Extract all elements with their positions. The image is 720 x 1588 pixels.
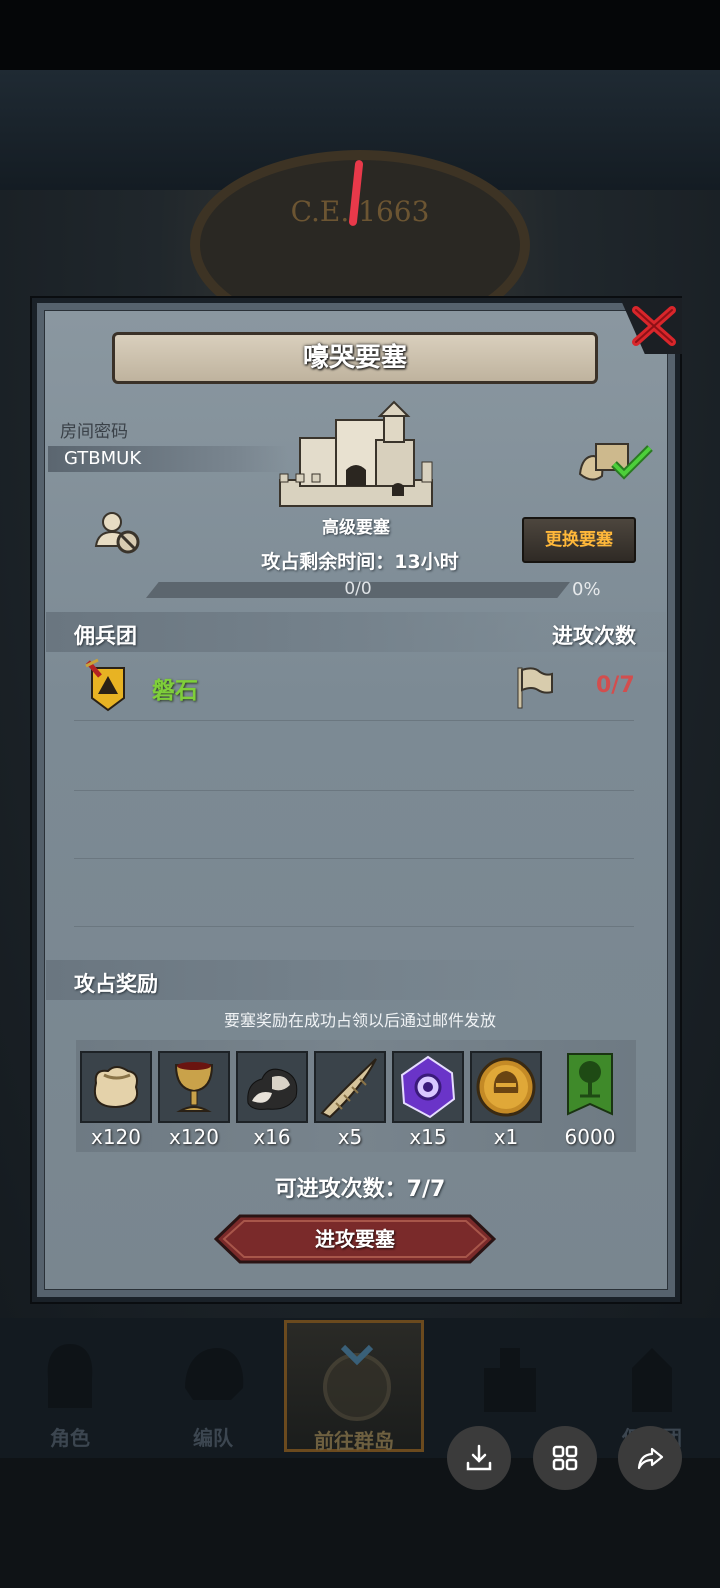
supplies-ready-icon [578, 443, 653, 481]
room-password-value[interactable]: GTBMUK [64, 448, 141, 469]
close-button[interactable] [628, 302, 680, 350]
reward-qty: x120 [90, 1125, 141, 1149]
mercenary-attack-count: 0/7 [596, 673, 635, 698]
available-attacks: 可进攻次数：7/7 [274, 1177, 446, 1202]
progress-percent: 0% [572, 579, 601, 600]
reward-item[interactable] [158, 1051, 230, 1123]
fortress-icon [279, 400, 433, 507]
rewards-header: 攻占奖励 [74, 972, 158, 996]
share-button[interactable] [618, 1426, 682, 1490]
mercenary-icon [632, 1348, 672, 1412]
tree-banner-icon[interactable] [566, 1052, 614, 1122]
goblet-icon [174, 1062, 214, 1112]
helmet-coin-icon [476, 1057, 536, 1117]
row-divider [74, 926, 634, 927]
progress-fraction: 0/0 [344, 579, 372, 599]
mercenary-emblem-icon [85, 658, 125, 712]
era-text: C.E. 1663 [290, 195, 430, 228]
room-password-label: 房间密码 [60, 422, 128, 442]
status-area [0, 0, 720, 70]
rewards-note: 要塞奖励在成功占领以后通过邮件发放 [223, 1011, 496, 1030]
nav-item-islands[interactable]: 前往群岛 [284, 1320, 424, 1453]
reward-qty: x120 [168, 1125, 219, 1149]
reward-item[interactable] [314, 1051, 386, 1123]
nav-label: 编队 [193, 1426, 233, 1450]
dialog-title: 嚎哭要塞 [302, 343, 407, 373]
reward-qty: x16 [253, 1125, 291, 1149]
download-icon [466, 1444, 492, 1471]
sack-icon [94, 1066, 138, 1109]
reward-item[interactable] [392, 1051, 464, 1123]
occupation-time: 攻占剩余时间：13小时 [261, 551, 459, 573]
grid-icon [552, 1445, 578, 1471]
fortress-level: 高级要塞 [322, 518, 390, 538]
row-divider [74, 720, 634, 721]
grid-button[interactable] [533, 1426, 597, 1490]
compass-icon [323, 1344, 391, 1421]
nav-item-character[interactable]: 角色 [0, 1320, 140, 1452]
mercenary-name[interactable]: 磐石 [152, 671, 198, 705]
crystal-icon [400, 1055, 456, 1119]
reward-item[interactable] [470, 1051, 542, 1123]
user-blocked-icon [94, 512, 140, 554]
row-divider [74, 790, 634, 791]
flag-icon [517, 667, 553, 709]
download-button[interactable] [447, 1426, 511, 1490]
reward-qty: 6000 [564, 1125, 616, 1149]
nav-label: 角色 [50, 1426, 90, 1450]
castle-icon [484, 1348, 536, 1412]
ore-icon [247, 1068, 298, 1110]
knight-icon [47, 1344, 93, 1408]
attack-count-header: 进攻次数 [552, 624, 636, 648]
nav-label: 前往群岛 [314, 1429, 394, 1453]
share-icon [637, 1447, 664, 1470]
nav-item-formation[interactable]: 编队 [143, 1320, 283, 1452]
title-banner: 嚎哭要塞 [112, 332, 598, 384]
reward-qty: x5 [337, 1125, 363, 1149]
change-fortress-button[interactable]: 更换要塞 [522, 517, 636, 563]
reward-item[interactable] [236, 1051, 308, 1123]
mercenary-header: 佣兵团 [74, 624, 137, 648]
row-divider [74, 858, 634, 859]
attack-fortress-button[interactable]: 进攻要塞 [214, 1214, 496, 1264]
attack-button-label: 进攻要塞 [315, 1227, 395, 1251]
reward-item[interactable] [80, 1051, 152, 1123]
reward-qty: x1 [493, 1125, 519, 1149]
nav-shadow [0, 1458, 720, 1588]
close-icon [632, 306, 676, 346]
horn-icon [320, 1058, 377, 1119]
reward-qty: x15 [409, 1125, 447, 1149]
helmet-icon [185, 1348, 244, 1400]
